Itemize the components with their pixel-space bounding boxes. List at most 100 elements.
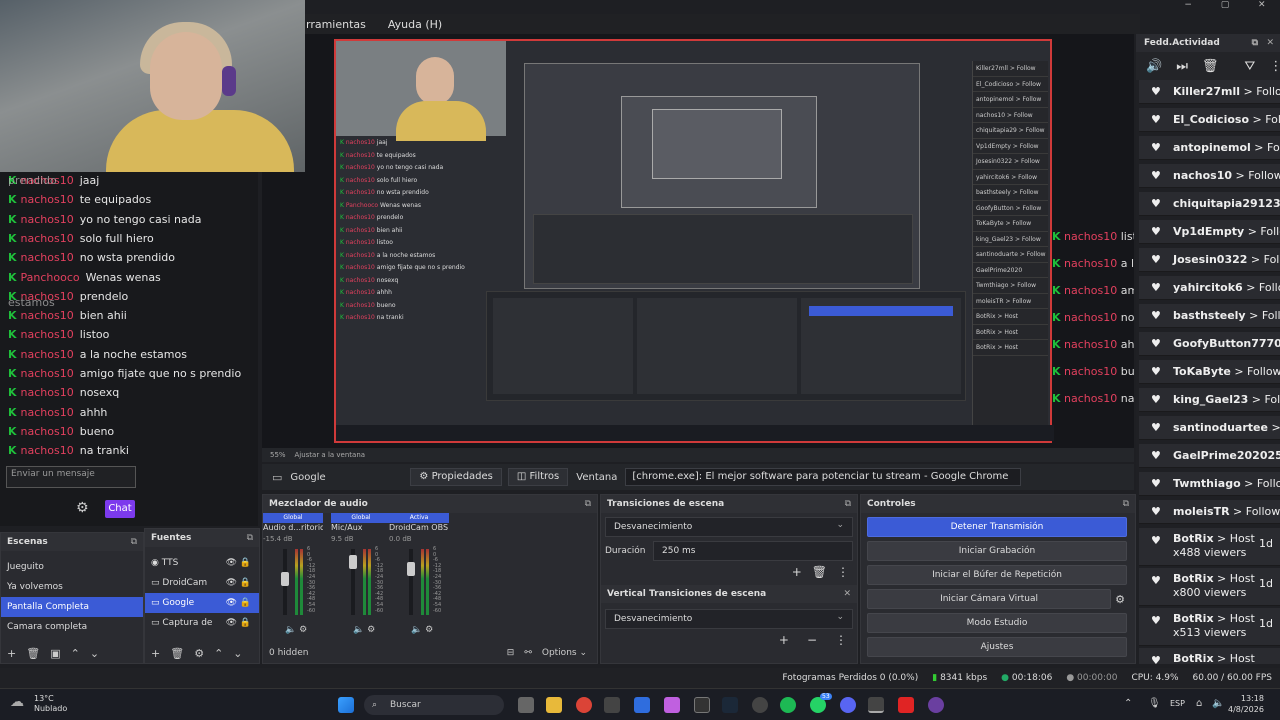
remove-source-icon[interactable]: 🗑 <box>170 647 184 660</box>
chat-username[interactable]: nachos10 <box>21 386 74 399</box>
scene-item[interactable]: Camara completa <box>1 617 143 637</box>
studio-mode-button[interactable]: Modo Estudio <box>867 613 1127 633</box>
source-item[interactable]: ◉ TTS 👁 🔒 <box>145 553 259 573</box>
feed-item[interactable]: ♥santinoduartee > Follow <box>1139 416 1280 440</box>
tray-chevron-icon[interactable]: ⌃ <box>1124 698 1132 709</box>
feed-item[interactable]: ♥king_Gael23 > Follow <box>1139 388 1280 412</box>
lock-icon[interactable]: 🔒 <box>240 553 251 573</box>
youtube-icon[interactable] <box>898 697 914 713</box>
chat-username[interactable]: nachos10 <box>21 406 74 419</box>
lock-icon[interactable]: 🔒 <box>240 593 251 613</box>
add-scene-icon[interactable]: + <box>7 647 16 660</box>
move-down-icon[interactable]: ⌄ <box>90 647 99 660</box>
skip-icon[interactable]: ⏭ <box>1176 59 1188 74</box>
add-vertical-icon[interactable]: + <box>779 633 789 647</box>
copilot-icon[interactable] <box>664 697 680 713</box>
move-up-icon[interactable]: ⌃ <box>71 647 80 660</box>
transition-select[interactable]: Desvanecimiento <box>605 516 853 537</box>
chat-username[interactable]: nachos10 <box>21 444 74 457</box>
menu-tools[interactable]: rramientas <box>306 18 366 31</box>
settings-button[interactable]: Ajustes <box>867 637 1127 657</box>
source-item[interactable]: ▭ Google 👁 🔒 <box>145 593 259 613</box>
eye-icon[interactable]: 👁 <box>226 593 237 613</box>
maximize-button[interactable]: ▢ <box>1221 0 1230 14</box>
feed-item[interactable]: ♥ nachos10 > Follow <box>1139 164 1280 188</box>
feed-item[interactable]: ♥yahircitok6 > Follow <box>1139 276 1280 300</box>
feed-item[interactable]: ♥antopinemol > Follow <box>1139 136 1280 160</box>
terminal-icon[interactable] <box>694 697 710 713</box>
menu-help[interactable]: Ayuda (H) <box>388 18 442 31</box>
link-icon[interactable]: ⚯ <box>524 648 532 658</box>
undock-icon[interactable]: ⧉ <box>1252 34 1258 52</box>
source-down-icon[interactable]: ⌄ <box>233 647 242 660</box>
speaker-icon[interactable]: 🔈 <box>411 625 422 635</box>
feed-host-item[interactable]: ♥ BotRix > Host x800 viewers 1d <box>1139 568 1280 606</box>
mixer-options-button[interactable]: Options ⌄ <box>542 648 587 658</box>
chat-username[interactable]: nachos10 <box>21 348 74 361</box>
stop-stream-button[interactable]: Detener Transmisión <box>867 517 1127 537</box>
chat-username[interactable]: Panchooco <box>21 271 80 284</box>
clock[interactable]: 13:18 4/8/2026 <box>1228 693 1264 715</box>
chat-input[interactable]: Enviar un mensaje <box>6 466 136 488</box>
monitor-icon[interactable]: ⚙ <box>299 625 307 635</box>
filters-button[interactable]: ◫ Filtros <box>507 468 569 486</box>
task-view-icon[interactable] <box>518 697 534 713</box>
obs-active-icon[interactable] <box>868 697 884 713</box>
zoom-level[interactable]: 55% <box>270 451 286 459</box>
store-icon[interactable] <box>604 697 620 713</box>
vertical-more-icon[interactable]: ⋮ <box>835 633 847 647</box>
feed-item[interactable]: ♥Killer27mll > Follow <box>1139 80 1280 104</box>
chat-username[interactable]: nachos10 <box>21 425 74 438</box>
gear-icon[interactable]: ⚙ <box>76 500 89 516</box>
add-transition-icon[interactable]: + <box>792 565 802 579</box>
network-icon[interactable]: ⌂ <box>1196 698 1202 709</box>
weather-widget[interactable]: 13°C Nublado <box>34 694 67 714</box>
chat-username[interactable]: nachos10 <box>21 251 74 264</box>
close-button[interactable]: ✕ <box>1258 0 1266 14</box>
chat-username[interactable]: nachos10 <box>21 328 74 341</box>
mic-icon[interactable]: 🎙 <box>1148 698 1161 709</box>
volume-fader[interactable] <box>409 549 413 615</box>
feed-item[interactable]: ♥chiquitapia29123 > Follow <box>1139 192 1280 216</box>
file-explorer-icon[interactable] <box>546 697 562 713</box>
minimize-button[interactable]: − <box>1184 0 1192 14</box>
monitor-icon[interactable]: ⚙ <box>425 625 433 635</box>
eye-icon[interactable]: 👁 <box>226 553 237 573</box>
eye-icon[interactable]: 👁 <box>226 573 237 593</box>
fader-knob[interactable] <box>349 555 357 570</box>
chat-username[interactable]: nachos10 <box>21 309 74 322</box>
fader-knob[interactable] <box>281 571 289 586</box>
window-select[interactable]: [chrome.exe]: El mejor software para pot… <box>625 468 1022 486</box>
source-settings-icon[interactable]: ⚙ <box>194 647 204 660</box>
remove-scene-icon[interactable]: 🗑 <box>26 647 40 660</box>
feed-host-item[interactable]: ♥ BotRix > Host <box>1139 648 1280 664</box>
feed-item[interactable]: ♥Vp1dEmpty > Follow <box>1139 220 1280 244</box>
language-indicator[interactable]: ESP <box>1170 699 1185 708</box>
layout-icon[interactable]: ⊟ <box>507 648 515 658</box>
feed-item[interactable]: ♥Josesin0322 > Follow <box>1139 248 1280 272</box>
source-item[interactable]: ▭ DroidCam 👁 🔒 <box>145 573 259 593</box>
windows-start-icon[interactable] <box>338 697 354 713</box>
taskbar-search[interactable]: ⌕ Buscar <box>364 695 504 715</box>
scene-item[interactable]: Jueguito <box>1 557 143 577</box>
virtual-camera-settings-icon[interactable]: ⚙ <box>1115 593 1125 606</box>
more-icon[interactable]: ⋮ <box>1269 59 1280 74</box>
replay-buffer-button[interactable]: Iniciar el Búfer de Repetición <box>867 565 1127 585</box>
start-recording-button[interactable]: Iniciar Grabación <box>867 541 1127 561</box>
remove-vertical-icon[interactable]: − <box>807 633 817 647</box>
chat-username[interactable]: nachos10 <box>21 232 74 245</box>
duration-field[interactable]: 250 ms <box>653 541 853 561</box>
trash-icon[interactable]: 🗑 <box>1202 59 1219 74</box>
chat-username[interactable]: nachos10 <box>21 367 74 380</box>
spotify-icon[interactable] <box>780 697 796 713</box>
volume-icon[interactable]: 🔊 <box>1146 59 1162 74</box>
steam-icon[interactable] <box>722 697 738 713</box>
fit-window[interactable]: Ajustar a la ventana <box>294 451 365 459</box>
delete-transition-icon[interactable]: 🗑 <box>812 565 827 579</box>
preview-canvas[interactable]: K nachos10 jaaj K nachos10 te equipados K … <box>262 34 1134 448</box>
speaker-icon[interactable]: 🔈 <box>353 625 364 635</box>
channel-name[interactable]: DroidCam OBS 2 <box>389 523 449 535</box>
properties-button[interactable]: ⚙ Propiedades <box>410 468 502 486</box>
obs-icon[interactable] <box>752 697 768 713</box>
feed-item[interactable]: ♥Twmthiago > Follow <box>1139 472 1280 496</box>
